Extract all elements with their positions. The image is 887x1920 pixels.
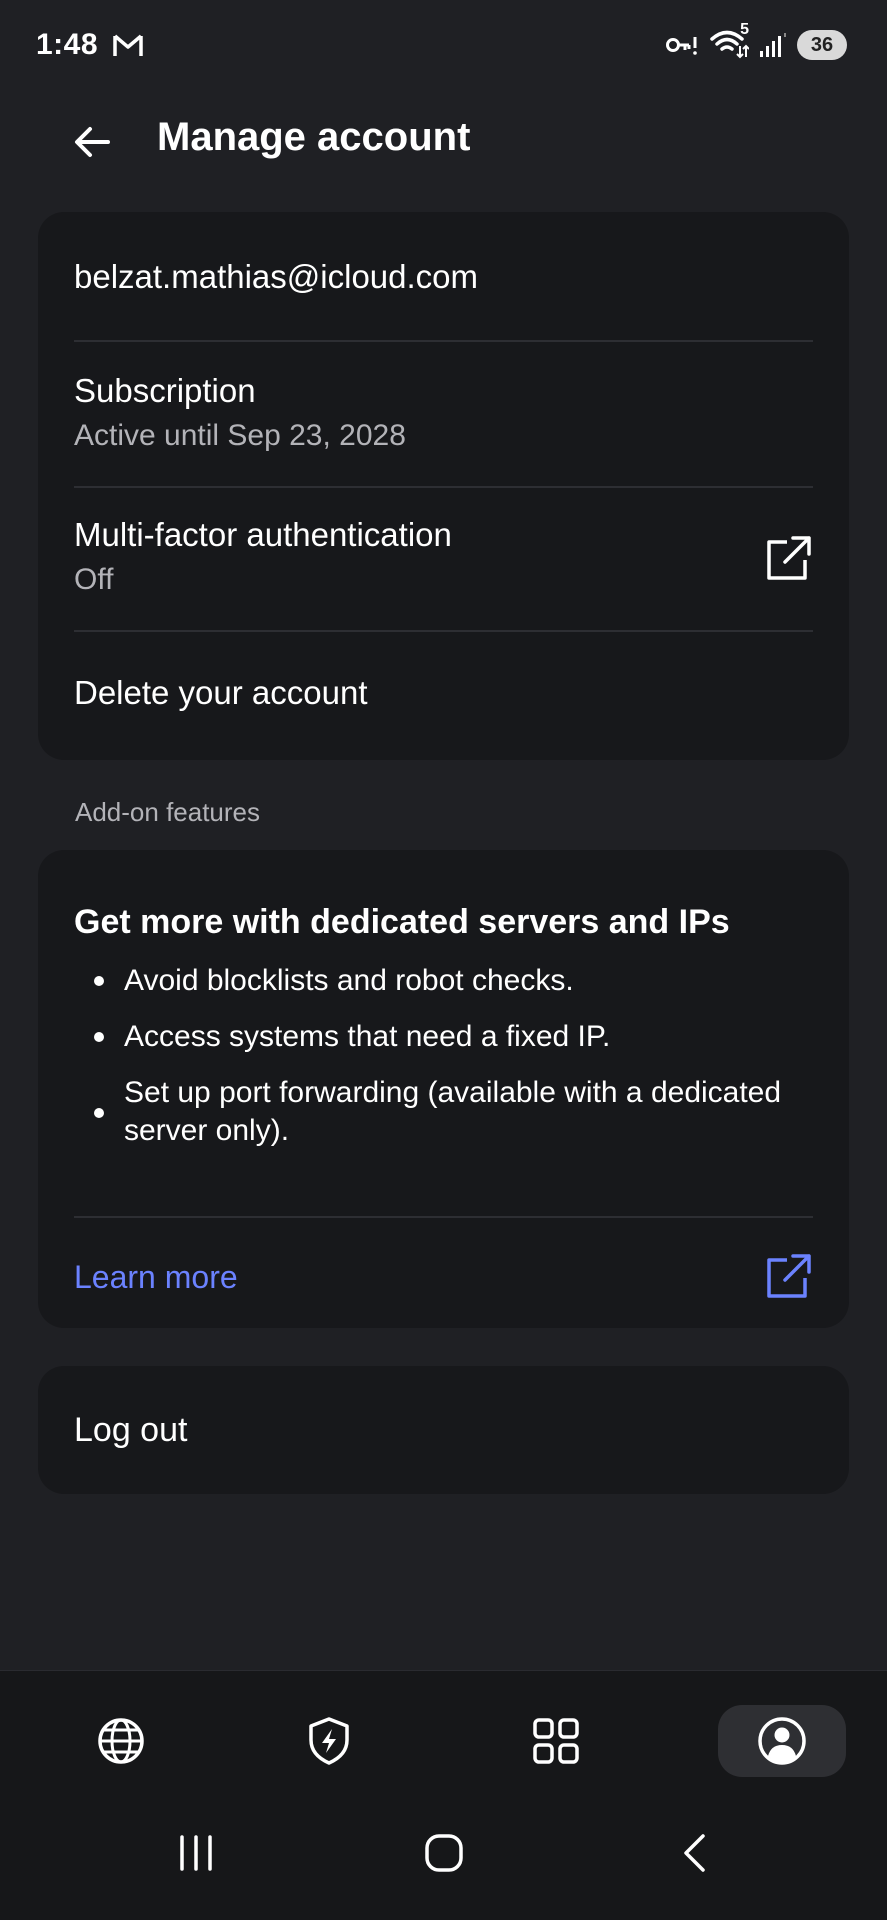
status-icons: 5 36 <box>665 21 847 64</box>
vpn-key-icon <box>666 37 697 55</box>
delete-account-label: Delete your account <box>74 674 368 711</box>
bullet-icon <box>94 976 104 986</box>
manage-account-screen: 1:48 5 36 Manage account belzat.mathias@… <box>0 0 887 1920</box>
chevron-left-icon <box>684 1834 705 1872</box>
email-row: belzat.mathias@icloud.com <box>74 256 813 298</box>
divider <box>74 340 813 342</box>
grid-icon <box>533 1718 579 1764</box>
bullet-text: Access systems that need a fixed IP. <box>124 1020 611 1053</box>
logout-label: Log out <box>74 1411 188 1449</box>
addons-section-label: Add-on features <box>75 797 261 827</box>
home-icon <box>425 1834 463 1872</box>
system-back-button[interactable] <box>664 1823 724 1883</box>
back-button[interactable] <box>66 116 118 168</box>
bullet-icon <box>94 1032 104 1042</box>
account-icon <box>758 1717 806 1765</box>
addons-title: Get more with dedicated servers and IPs <box>74 903 730 941</box>
external-link-icon[interactable] <box>763 532 815 584</box>
list-item: Avoid blocklists and robot checks. <box>74 962 814 1000</box>
divider <box>74 1216 813 1218</box>
logout-button[interactable]: Log out <box>38 1366 849 1494</box>
nav-item-account[interactable] <box>718 1705 846 1777</box>
subscription-row[interactable]: Subscription Active until Sep 23, 2028 <box>74 370 813 456</box>
learn-more-link[interactable]: Learn more <box>74 1257 238 1297</box>
nav-item-security[interactable] <box>265 1705 393 1777</box>
gmail-icon <box>113 34 143 56</box>
nav-item-locations[interactable] <box>57 1705 185 1777</box>
mfa-status: Off <box>74 563 114 596</box>
page-title: Manage account <box>157 115 471 159</box>
addons-bullet-list: Avoid blocklists and robot checks. Acces… <box>74 962 814 1168</box>
divider <box>74 630 813 632</box>
wifi-indicator: 5 <box>709 21 750 64</box>
bottom-navigation <box>0 1670 887 1920</box>
status-bar: 1:48 5 36 <box>0 0 887 92</box>
arrow-left-icon <box>75 127 110 157</box>
mfa-title: Multi-factor authentication <box>74 516 452 553</box>
list-item: Set up port forwarding (available with a… <box>74 1074 814 1150</box>
network-type-label: 5 <box>740 20 749 38</box>
delete-account-row[interactable]: Delete your account <box>74 672 813 714</box>
home-button[interactable] <box>414 1823 474 1883</box>
account-email: belzat.mathias@icloud.com <box>74 258 479 295</box>
external-link-icon[interactable] <box>763 1250 815 1302</box>
signal-icon <box>760 33 786 57</box>
mfa-row[interactable]: Multi-factor authentication Off <box>74 514 813 606</box>
battery-icon: 36 <box>797 30 847 60</box>
list-item: Access systems that need a fixed IP. <box>74 1018 814 1056</box>
shield-bolt-icon <box>309 1717 349 1765</box>
recent-apps-button[interactable] <box>166 1823 226 1883</box>
addons-card: Get more with dedicated servers and IPs … <box>38 850 849 1328</box>
subscription-title: Subscription <box>74 372 256 409</box>
recent-apps-icon <box>180 1835 212 1871</box>
status-time: 1:48 <box>36 28 99 61</box>
bullet-text: Set up port forwarding (available with a… <box>124 1076 782 1147</box>
nav-item-features[interactable] <box>492 1705 620 1777</box>
app-header: Manage account <box>0 92 887 192</box>
account-card: belzat.mathias@icloud.com Subscription A… <box>38 212 849 760</box>
divider <box>74 486 813 488</box>
bullet-text: Avoid blocklists and robot checks. <box>124 964 574 997</box>
subscription-status: Active until Sep 23, 2028 <box>74 419 406 452</box>
bullet-icon <box>94 1108 104 1118</box>
globe-icon <box>98 1718 144 1764</box>
